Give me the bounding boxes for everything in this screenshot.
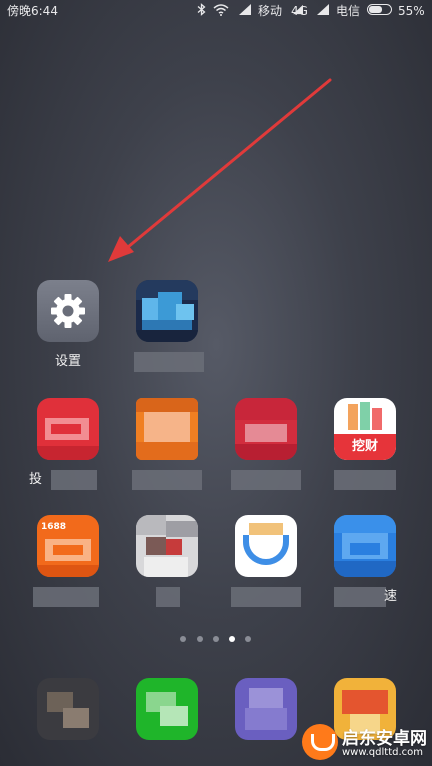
app-icon <box>235 678 297 740</box>
page-dot[interactable] <box>213 636 219 642</box>
app-label: 设置 <box>54 354 81 369</box>
watermark-url: www.qdlttd.com <box>342 747 423 758</box>
carrier-name-2: 电信 <box>336 4 361 18</box>
orange-app-icon <box>136 398 198 460</box>
blue-app-icon <box>334 515 396 577</box>
watermark-title: 启东安卓网 <box>342 729 427 749</box>
app-label-obscured <box>132 470 202 490</box>
app-wacai[interactable]: 挖财 <box>320 398 410 498</box>
app-label-obscured <box>334 587 386 607</box>
app-1688[interactable]: 1688 <box>23 515 113 615</box>
app-label-obscured <box>51 470 97 490</box>
red-app-icon <box>235 398 297 460</box>
app-cloud[interactable] <box>122 280 212 380</box>
bluetooth-icon <box>197 3 206 16</box>
app-label-obscured <box>33 587 99 607</box>
app-blue[interactable]: 速 <box>320 515 410 615</box>
watermark-logo-icon <box>302 724 338 760</box>
battery-icon <box>367 4 392 15</box>
app-red-2[interactable] <box>221 398 311 498</box>
signal-icon <box>317 4 329 15</box>
app-label-obscured <box>231 470 301 490</box>
app-settings[interactable]: 设置 <box>23 280 113 380</box>
app-icon <box>37 678 99 740</box>
carrier-name-1: 移动 <box>258 4 283 18</box>
gear-icon <box>37 280 99 342</box>
status-bar: 傍晚6:44 移动 4G 电信 55% <box>7 3 425 18</box>
cloud-icon <box>136 280 198 342</box>
wacai-icon: 挖财 <box>334 398 396 460</box>
app-label-obscured <box>156 587 180 607</box>
red-app-icon <box>37 398 99 460</box>
status-time: 傍晚6:44 <box>7 4 58 18</box>
app-red[interactable]: 投 <box>23 398 113 498</box>
app-icon <box>235 515 297 577</box>
app-label: 投 <box>29 472 43 487</box>
signal-icon <box>239 4 251 15</box>
page-dot[interactable] <box>180 636 186 642</box>
watermark: 启东安卓网 www.qdlttd.com <box>296 720 432 766</box>
app-label-obscured <box>231 587 301 607</box>
page-dot[interactable] <box>197 636 203 642</box>
orange-app-icon: 1688 <box>37 515 99 577</box>
dock-app-wechat[interactable] <box>122 678 212 748</box>
app-orange[interactable] <box>122 398 212 498</box>
page-dot[interactable] <box>245 636 251 642</box>
app-label-obscured <box>334 470 396 490</box>
app-grey[interactable] <box>122 515 212 615</box>
app-white-blue[interactable] <box>221 515 311 615</box>
arrow-annotation <box>108 78 332 262</box>
page-dot-active[interactable] <box>229 636 235 642</box>
app-icon <box>136 515 198 577</box>
wechat-icon <box>136 678 198 740</box>
battery-percent: 55% <box>398 4 425 18</box>
app-label-obscured <box>134 352 204 372</box>
app-label: 速 <box>384 589 398 604</box>
dock-app[interactable] <box>23 678 113 748</box>
wifi-icon <box>213 4 229 16</box>
